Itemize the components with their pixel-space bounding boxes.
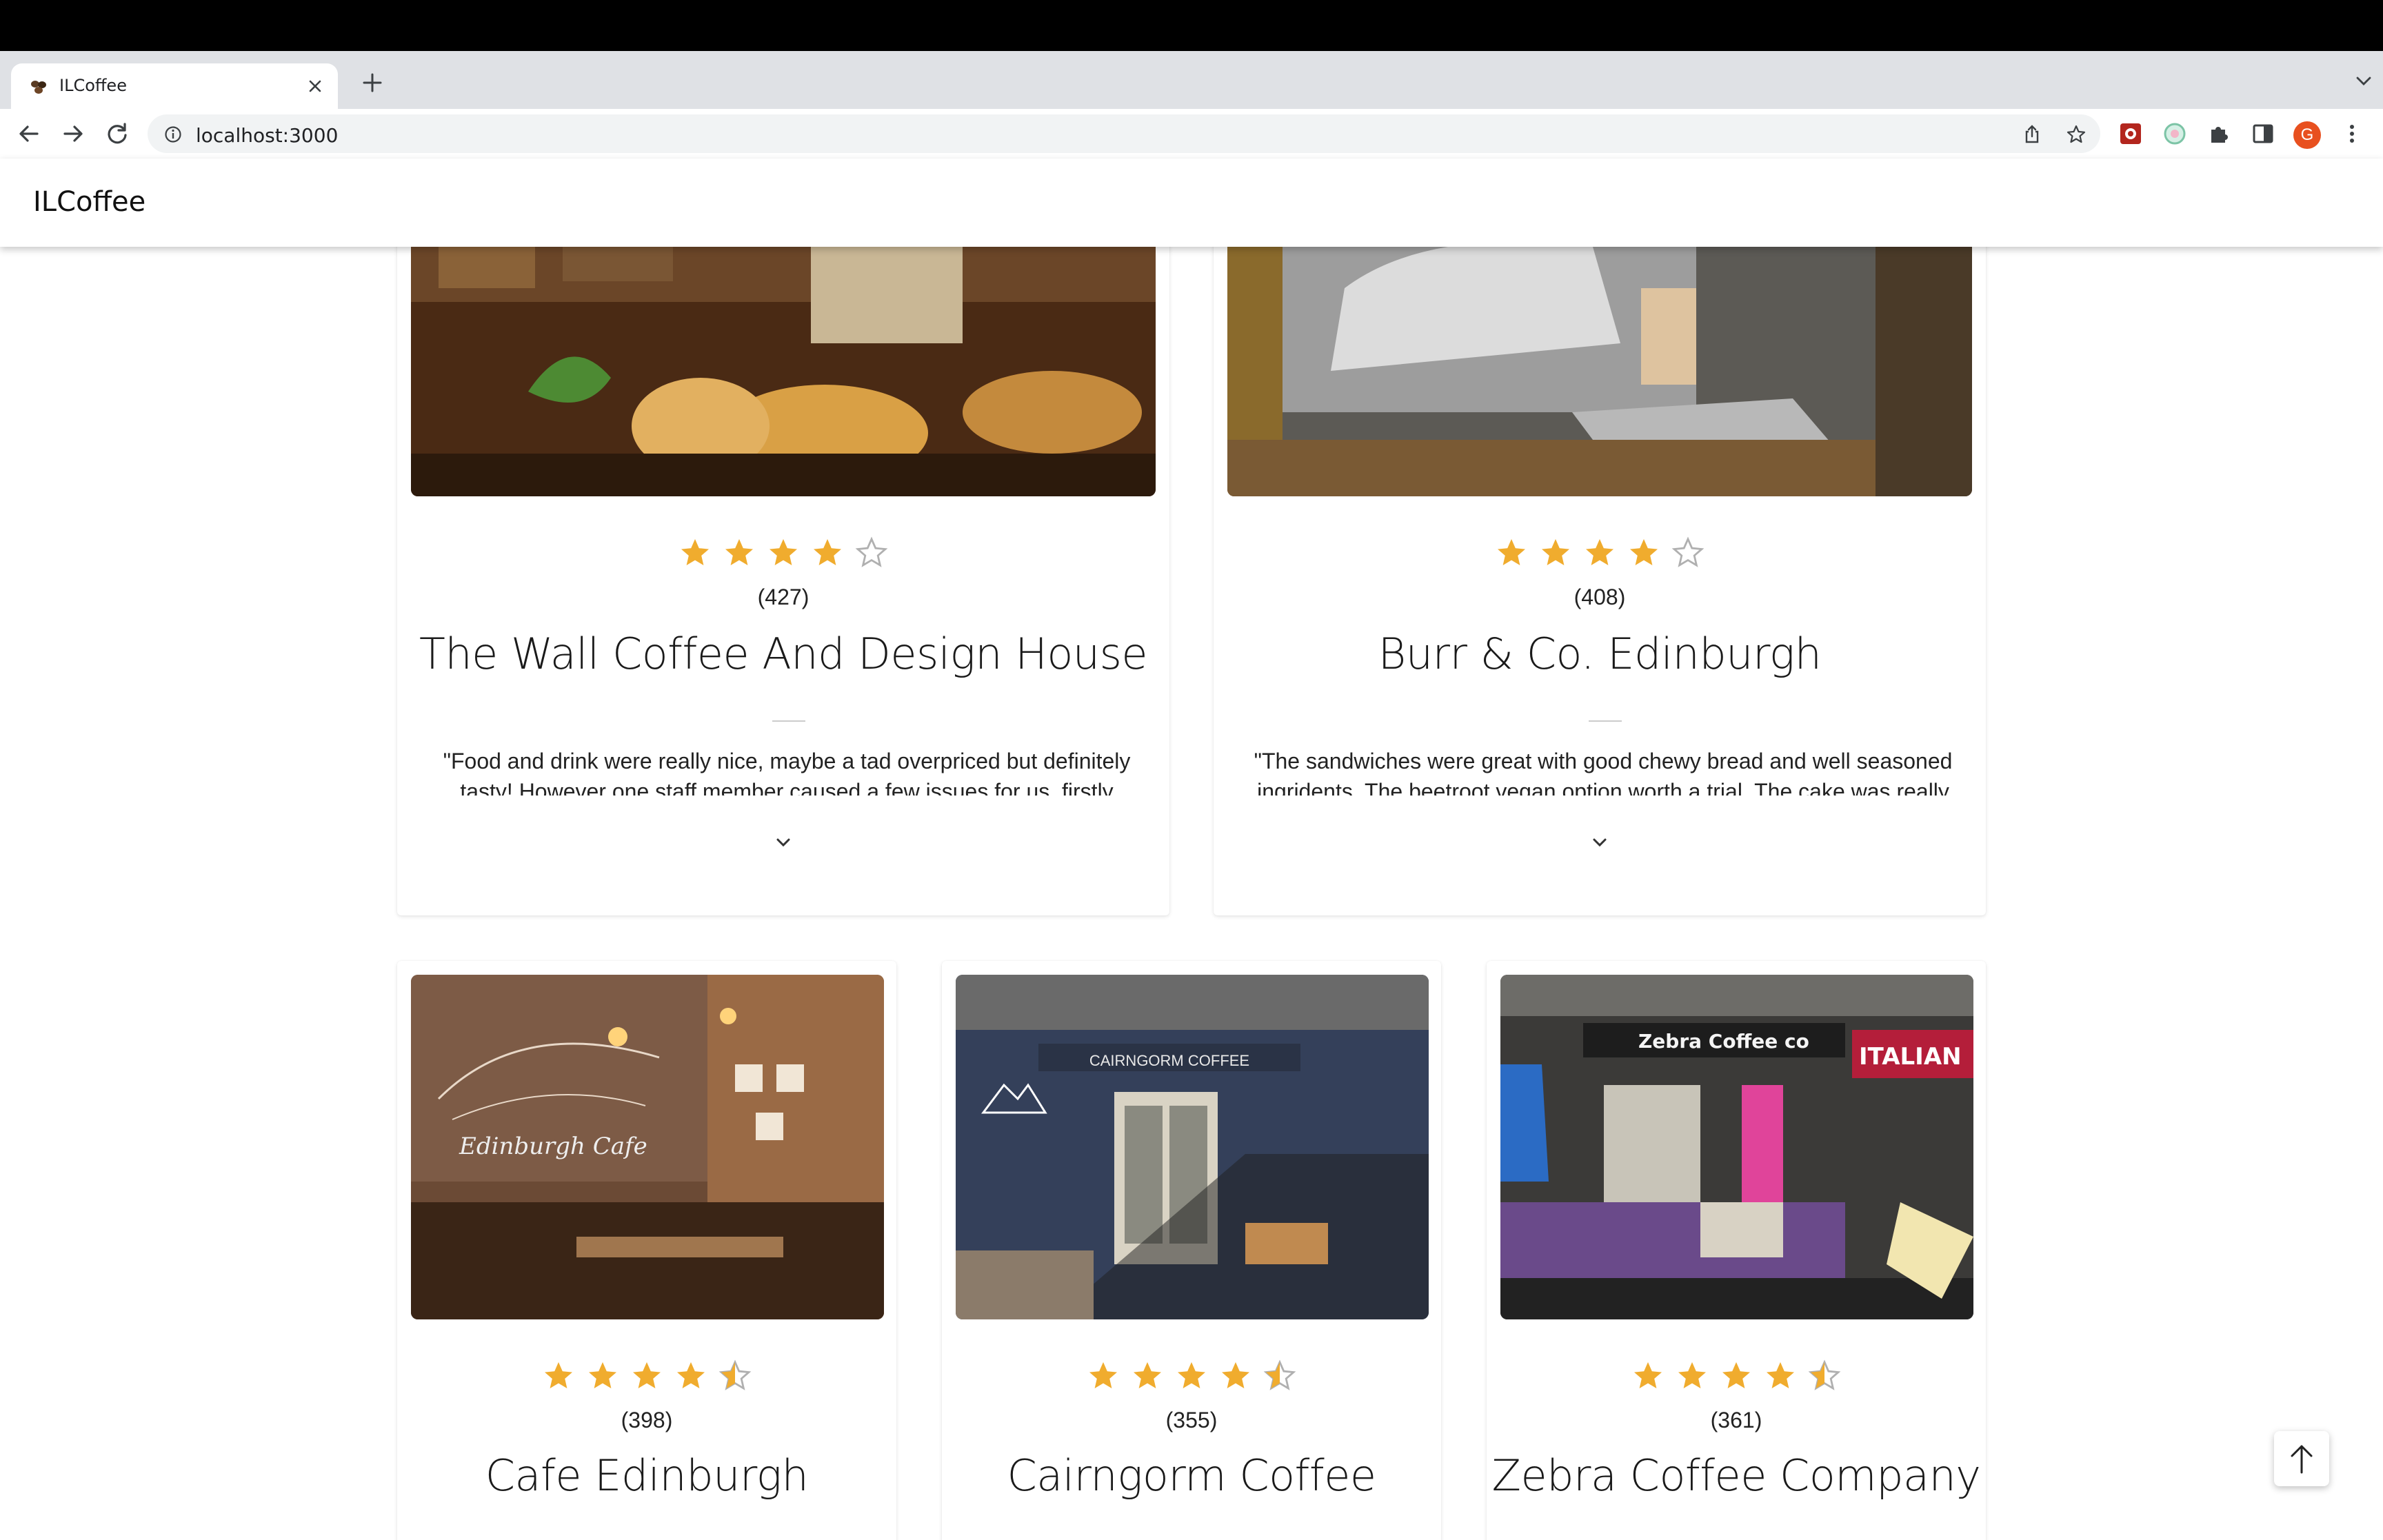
review-count: (427): [757, 585, 810, 609]
review-count: (361): [1710, 1408, 1762, 1432]
star-half-icon: [1263, 1359, 1296, 1390]
close-icon[interactable]: [306, 77, 324, 95]
site-info-icon[interactable]: [164, 125, 182, 143]
reload-icon[interactable]: [103, 120, 131, 148]
profile-initial: G: [2300, 125, 2314, 144]
star-filled-icon: [1678, 1362, 1707, 1388]
star-filled-icon: [1542, 539, 1570, 565]
profile-avatar[interactable]: G: [2293, 121, 2321, 149]
star-filled-icon: [813, 539, 841, 565]
extensions-puzzle-icon[interactable]: [2206, 121, 2231, 146]
star-filled-icon: [1221, 1362, 1249, 1388]
star-filled-icon: [681, 539, 710, 565]
cafe-photo: [411, 247, 1156, 496]
cafe-photo: [1227, 247, 1972, 496]
star-rating: [942, 1359, 1441, 1398]
review-count: (408): [1573, 585, 1626, 609]
browser-tab[interactable]: ILCoffee: [11, 63, 338, 109]
cairngorm-sign-text: CAIRNGORM COFFEE: [1089, 1052, 1249, 1069]
star-filled-icon: [589, 1362, 617, 1388]
star-filled-icon: [1722, 1362, 1750, 1388]
cafe-photo: Edinburgh Cafe: [411, 975, 884, 1319]
back-arrow-icon[interactable]: [15, 120, 43, 148]
star-empty-icon: [1671, 536, 1705, 567]
address-bar[interactable]: localhost:3000: [148, 114, 2100, 153]
star-rating: [1487, 1359, 1986, 1398]
star-filled-icon: [633, 1362, 661, 1388]
expand-chevron-icon[interactable]: [772, 831, 794, 853]
star-filled-icon: [770, 539, 797, 565]
cafe-card[interactable]: Edinburgh Cafe (398) Cafe Edinburgh: [397, 961, 896, 1540]
url-text: localhost:3000: [196, 124, 339, 147]
star-filled-icon: [1586, 539, 1613, 565]
star-half-icon: [1808, 1359, 1841, 1390]
extension-red-icon[interactable]: [2118, 121, 2143, 146]
share-icon[interactable]: [2022, 124, 2042, 145]
cafe-card[interactable]: Zebra Coffee co ITALIAN (361) Zebra Coff…: [1487, 961, 1986, 1540]
zebra-sign-text: Zebra Coffee co: [1638, 1030, 1809, 1053]
star-filled-icon: [725, 539, 754, 565]
cafe-card[interactable]: (427) The Wall Coffee And Design House "…: [397, 247, 1169, 915]
browser-toolbar: localhost:3000 G: [0, 109, 2383, 159]
app-brand[interactable]: ILCoffee: [33, 186, 145, 218]
star-rating: [397, 1359, 896, 1398]
star-filled-icon: [1634, 1362, 1662, 1388]
more-vertical-icon[interactable]: [2342, 121, 2362, 146]
extension-color-icon[interactable]: [2162, 121, 2187, 146]
divider: [1589, 720, 1622, 722]
star-filled-icon: [676, 1362, 705, 1388]
tab-title: ILCoffee: [59, 76, 127, 95]
cafe-name: Zebra Coffee Company: [1491, 1450, 1982, 1501]
cafe-name: Cafe Edinburgh: [485, 1450, 809, 1501]
bookmark-star-icon[interactable]: [2066, 124, 2087, 145]
cafe-photo: CAIRNGORM COFFEE: [956, 975, 1429, 1319]
content-area: (427) The Wall Coffee And Design House "…: [0, 247, 2383, 1540]
star-filled-icon: [1134, 1362, 1162, 1388]
cafe-name: Cairngorm Coffee: [1007, 1450, 1376, 1501]
cafe-card[interactable]: (408) Burr & Co. Edinburgh "The sandwich…: [1214, 247, 1986, 915]
italian-sign-text: ITALIAN: [1859, 1043, 1962, 1071]
review-text: "Food and drink were really nice, maybe …: [443, 749, 1131, 796]
review-count: (355): [1165, 1408, 1218, 1432]
new-tab-plus-icon[interactable]: [360, 70, 385, 95]
coffee-beans-icon: [31, 81, 46, 94]
star-empty-icon: [855, 536, 888, 567]
star-rating: [397, 536, 1169, 575]
app-header: ILCoffee: [0, 159, 2383, 247]
cafe-card[interactable]: CAIRNGORM COFFEE (355) Cairngorm Coffee: [942, 961, 1441, 1540]
cafe-name: Burr & Co. Edinburgh: [1378, 629, 1822, 679]
chevron-down-icon[interactable]: [2354, 74, 2373, 88]
divider: [772, 720, 805, 722]
scroll-to-top-button[interactable]: [2274, 1431, 2329, 1486]
star-filled-icon: [1089, 1362, 1118, 1388]
cafe-photo: Zebra Coffee co ITALIAN: [1500, 975, 1973, 1319]
edinburgh-mural-text: Edinburgh Cafe: [459, 1133, 647, 1160]
star-filled-icon: [1629, 539, 1658, 565]
browser-tab-strip: ILCoffee: [0, 51, 2383, 109]
forward-arrow-icon[interactable]: [59, 120, 87, 148]
side-panel-icon[interactable]: [2251, 121, 2275, 146]
review-count: (398): [621, 1408, 673, 1432]
star-filled-icon: [1498, 539, 1526, 565]
expand-chevron-icon[interactable]: [1589, 831, 1611, 853]
star-filled-icon: [545, 1362, 573, 1388]
star-filled-icon: [1178, 1362, 1205, 1388]
star-filled-icon: [1766, 1362, 1794, 1388]
star-rating: [1214, 536, 1986, 575]
cafe-name: The Wall Coffee And Design House: [419, 629, 1148, 679]
star-half-icon: [718, 1359, 752, 1390]
arrow-up-icon: [2291, 1445, 2313, 1474]
review-text: "The sandwiches were great with good che…: [1254, 749, 1953, 796]
os-menu-bar: [0, 0, 2383, 51]
